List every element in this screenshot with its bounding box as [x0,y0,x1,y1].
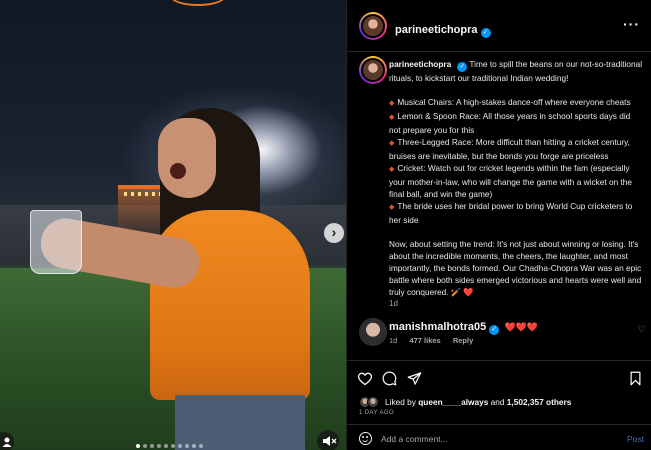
carousel-dot [178,444,182,448]
person-face [158,118,216,198]
comment-button[interactable] [382,371,397,389]
action-bar [347,360,651,394]
carousel-dot [171,444,175,448]
caption-item: ◆ Musical Chairs: A high-stakes dance-off… [389,97,631,107]
caption-item: ◆ Three-Legged Race: More difficult than … [389,137,630,161]
caption-section: parineetichopra ✓ Time to spill the beans… [347,52,651,310]
comment-input[interactable] [381,431,601,447]
background-ring-light [170,0,226,6]
like-button[interactable] [357,371,373,389]
person-mouth [170,163,186,179]
save-button[interactable] [629,371,642,389]
caption-text: parineetichopra ✓ Time to spill the beans… [389,58,644,310]
comment-like-button[interactable]: ♡ [638,324,646,335]
more-options-button[interactable]: ··· [623,16,640,32]
others-likes-link[interactable]: 1,502,357 others [507,397,572,407]
carousel-dot [150,444,154,448]
carousel-indicator [136,444,203,448]
next-slide-button[interactable]: › [324,223,344,243]
caption-avatar[interactable] [359,56,387,84]
paper-plane-icon [407,372,422,385]
bookmark-icon [630,371,641,386]
reply-button[interactable]: Reply [453,336,473,345]
post-details-panel: parineetichopra ✓ ··· parineetichopra ✓ Ti… [346,0,651,450]
header-username-link[interactable]: parineetichopra ✓ [395,20,491,38]
comment-timestamp: 1d [389,336,398,345]
verified-badge-icon: ✓ [457,62,468,72]
drink-glass [30,210,82,274]
orange-diamond-icon: ◆ [389,114,395,121]
caption-item: ◆ The bride uses her bridal power to brin… [389,201,633,225]
header-username[interactable]: parineetichopra [395,24,478,36]
caption-item: ◆ Lemon & Spoon Race: All those years in … [389,111,631,135]
chevron-right-icon: › [331,224,337,240]
orange-diamond-icon: ◆ [389,140,395,147]
user-icon [2,437,12,447]
speaker-muted-icon [323,436,337,446]
carousel-dot [164,444,168,448]
tagged-users-button[interactable] [0,432,14,450]
add-comment-bar: Post [347,424,651,450]
orange-diamond-icon: ◆ [389,204,395,211]
orange-diamond-icon: ◆ [389,166,395,173]
commenter-username[interactable]: manishmalhotra05 [389,321,486,333]
carousel-dot [192,444,196,448]
comment-bubble-icon [382,371,397,386]
verified-badge-icon: ✓ [489,325,500,335]
person-jeans [175,395,305,450]
share-button[interactable] [407,371,422,389]
post-media[interactable]: › [0,0,346,450]
carousel-dot [185,444,189,448]
carousel-dot [136,444,140,448]
orange-diamond-icon: ◆ [389,100,395,107]
more-horizontal-icon: ··· [623,16,640,32]
mute-button[interactable] [317,430,339,450]
comment-text: ❤️❤️❤️ [504,322,539,332]
likes-summary: Liked by queen____always and 1,502,357 o… [359,396,571,408]
liker-avatar [367,396,379,408]
post-header: parineetichopra ✓ ··· [347,0,651,52]
verified-badge-icon: ✓ [480,28,491,38]
liker-username-link[interactable]: queen____always [418,397,488,407]
caption-timestamp: 1d [389,299,398,308]
post-date: 1 DAY AGO [359,410,395,416]
comment-likes-link[interactable]: 477 likes [409,336,440,345]
emoji-icon[interactable] [359,432,372,445]
carousel-dot [199,444,203,448]
carousel-dot [157,444,161,448]
heart-outline-icon: ♡ [637,324,646,334]
post-comment-button[interactable]: Post [627,434,644,444]
caption-username[interactable]: parineetichopra [389,59,451,69]
commenter-avatar[interactable] [359,318,387,346]
caption-outro: Now, about setting the trend: It's not j… [389,239,642,297]
avatar[interactable] [359,12,387,40]
caption-item: ◆ Cricket: Watch out for cricket legends … [389,163,633,199]
comment-item: manishmalhotra05 ✓ ❤️❤️❤️ 1d 477 likes Re… [347,314,651,354]
heart-icon [357,372,373,386]
carousel-dot [143,444,147,448]
